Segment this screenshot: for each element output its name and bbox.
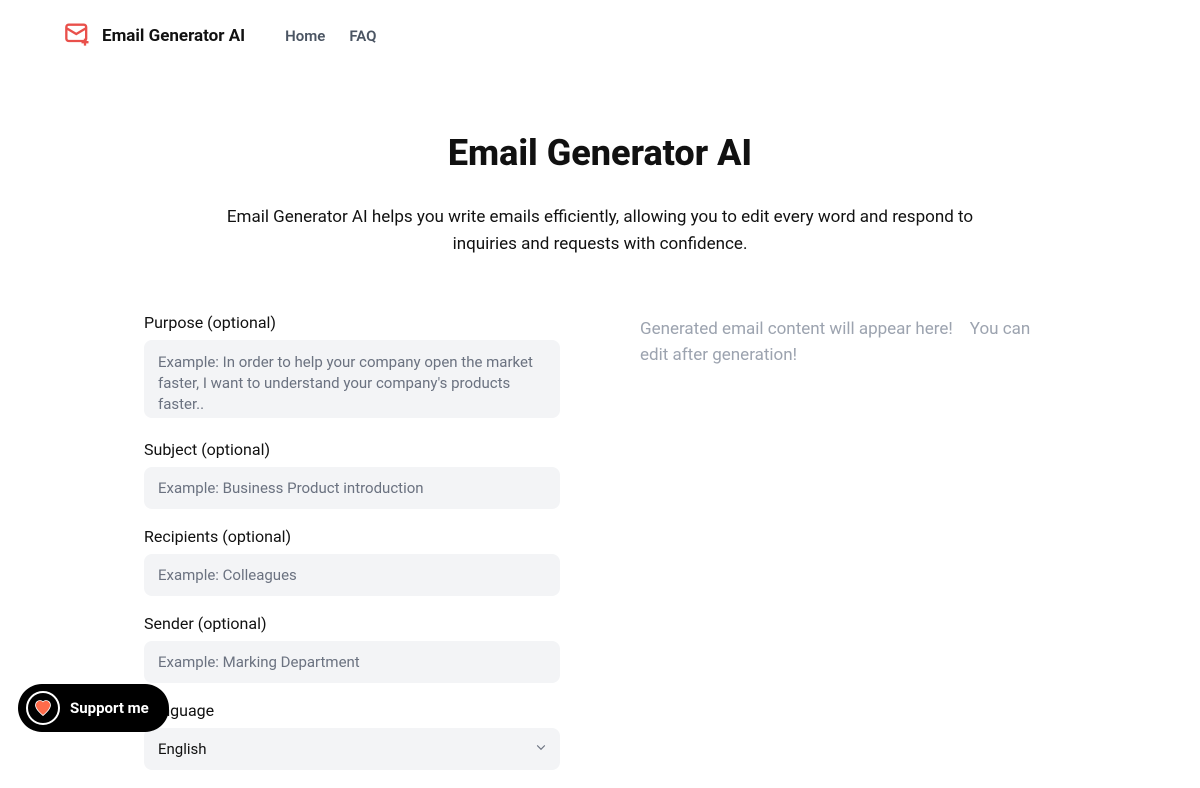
- support-me-button[interactable]: Support me: [18, 684, 169, 732]
- language-select[interactable]: English: [144, 728, 560, 770]
- support-me-label: Support me: [70, 699, 149, 717]
- output-placeholder: Generated email content will appear here…: [640, 317, 1056, 368]
- nav-faq[interactable]: FAQ: [349, 27, 376, 45]
- mail-plus-icon: [64, 20, 92, 52]
- nav-home[interactable]: Home: [285, 27, 325, 45]
- language-label: Language: [144, 701, 560, 720]
- recipients-input[interactable]: [144, 554, 560, 596]
- brand-text: Email Generator AI: [102, 26, 245, 46]
- heart-icon: [26, 691, 60, 725]
- subject-input[interactable]: [144, 467, 560, 509]
- purpose-input[interactable]: [144, 340, 560, 418]
- sender-label: Sender (optional): [144, 614, 560, 633]
- recipients-label: Recipients (optional): [144, 527, 560, 546]
- page-description: Email Generator AI helps you write email…: [200, 204, 1000, 258]
- page-title: Email Generator AI: [200, 132, 1000, 174]
- brand-logo[interactable]: Email Generator AI: [64, 20, 245, 52]
- purpose-label: Purpose (optional): [144, 313, 560, 332]
- sender-input[interactable]: [144, 641, 560, 683]
- subject-label: Subject (optional): [144, 440, 560, 459]
